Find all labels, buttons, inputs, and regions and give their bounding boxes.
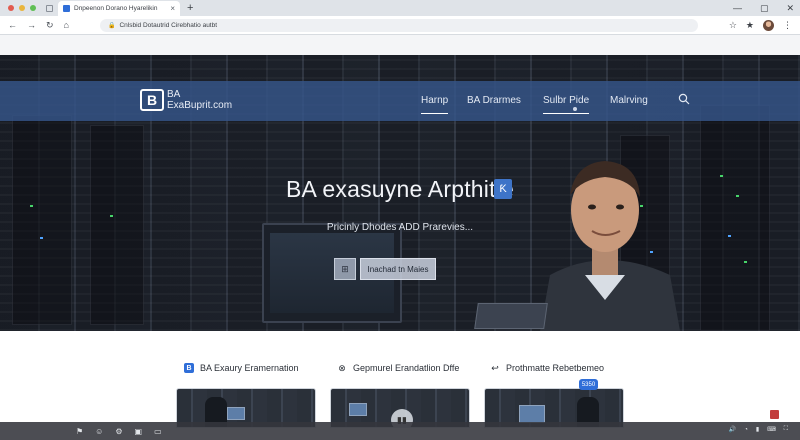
tab-close-icon[interactable]: × [170,4,175,13]
notification-icon[interactable] [770,410,779,419]
nav-link-domains[interactable]: BA Drarmes [467,95,521,106]
window-traffic-lights [8,5,36,11]
taskbar-apps: ⚑ ☺ ⚙ ▣ ▭ [76,427,162,436]
address-bar[interactable]: 🔒 Cnlsbid Dotautrid Cirebhatio autbt [100,19,698,32]
site-navbar: B BA ExaBuprit.com Harnp BA Drarmes Sulb… [0,81,800,121]
browser-toolbar: ← → ↻ ⌂ 🔒 Cnlsbid Dotautrid Cirebhatio a… [0,16,800,35]
feature-label: Gepmurel Erandatlion Dffe [353,363,460,373]
server-rack-image [12,115,72,325]
gear-circle-icon: ⊗ [338,362,346,373]
cta-button[interactable]: Inachad tn Maies [360,258,436,280]
restore-icon[interactable]: ▢ [760,1,769,15]
feature-label: Prothmatte Rebetbemeo [506,363,605,373]
tray-icon[interactable]: ▭ [154,427,162,436]
features-section: B BA Exaury Eramernation ⊗ Gepmurel Eran… [0,331,800,428]
brand-b-icon: B [184,363,194,373]
brand-logo[interactable]: B [140,89,164,111]
hero-section: B BA ExaBuprit.com Harnp BA Drarmes Sulb… [0,55,800,331]
server-led [30,205,33,207]
app-icon[interactable]: ▣ [135,427,143,436]
feature-label: BA Exaury Eramernation [200,363,299,373]
chat-icon[interactable]: ☺ [95,427,103,436]
url-text: Cnlsbid Dotautrid Cirebhatio autbt [119,22,218,29]
favicon-icon [63,5,70,12]
feature-item[interactable]: ↩ Prothmatte Rebetbemeo [490,362,605,374]
return-arrow-icon: ↩ [491,362,499,373]
os-taskbar: ⚑ ☺ ⚙ ▣ ▭ 🔊 ◔ ▮ ⌨ ⛶ [0,422,800,440]
minimize-window-icon[interactable] [19,5,25,11]
home-icon[interactable]: ⌂ [64,20,69,31]
server-led [110,215,113,217]
close-window-icon[interactable] [8,5,14,11]
maximize-window-icon[interactable] [30,5,36,11]
profile-avatar[interactable] [763,19,774,31]
hero-subtitle: Pricinly Dhodes ADD Prarevies... [326,222,474,233]
bookmarks-icon[interactable]: ★ [746,18,754,32]
back-arrow-icon[interactable]: ← [8,20,17,31]
settings-icon[interactable]: ⚙ [115,427,122,436]
lock-icon: 🔒 [108,23,116,29]
brand-line-2: ExaBuprit.com [167,100,233,111]
new-tab-button[interactable]: + [187,1,193,15]
nav-link-side[interactable]: Sulbr Pide [543,95,590,114]
active-indicator-dot [573,107,577,111]
server-led [40,237,43,239]
feature-item[interactable]: ⊗ Gepmurel Erandatlion Dffe [337,362,460,374]
window-controls: — ▢ ✕ [733,1,794,15]
fullscreen-icon[interactable]: ⛶ [784,426,788,433]
minimize-icon[interactable]: — [733,1,742,15]
cta-grid-icon[interactable]: ⊞ [334,258,356,280]
toolbar-right-icons: ☆ ★ ⋮ [729,18,792,32]
keyboard-icon[interactable]: ⌨ [767,426,776,433]
battery-icon[interactable]: ▮ [756,426,759,433]
reload-icon[interactable]: ↻ [46,20,54,31]
flag-icon[interactable]: ⚑ [76,427,83,436]
feature-item[interactable]: B BA Exaury Eramernation [184,363,299,373]
brand-name[interactable]: BA ExaBuprit.com [167,89,232,111]
tab-title: Dnpeenon Dorano Hyarelikin [74,5,158,12]
nav-link-home[interactable]: Harnp [421,95,449,114]
wifi-icon[interactable]: ◔ [744,427,748,433]
server-led [744,261,747,263]
hero-title: BA exasuyne Arpthitie [286,176,514,202]
browser-tab-active[interactable]: Dnpeenon Dorano Hyarelikin × [58,1,180,16]
browser-tab-bar: Dnpeenon Dorano Hyarelikin × + — ▢ ✕ [0,0,800,16]
card-count-badge: 5350 [579,379,598,390]
nav-link-marketing[interactable]: Malrving [610,95,648,106]
tab-overview-icon[interactable] [46,4,53,12]
volume-icon[interactable]: 🔊 [729,426,736,433]
search-icon[interactable] [678,93,690,105]
bookmark-star-icon[interactable]: ☆ [729,18,737,32]
navigation-buttons: ← → ↻ ⌂ [8,20,69,31]
system-tray: 🔊 ◔ ▮ ⌨ ⛶ [729,426,788,433]
menu-kebab-icon[interactable]: ⋮ [783,18,792,32]
close-icon[interactable]: ✕ [786,1,794,15]
title-badge-icon: Ƙ [494,179,512,199]
server-rack-image [700,105,770,331]
server-led [728,235,731,237]
laptop-image [474,303,548,329]
forward-arrow-icon[interactable]: → [27,20,36,31]
brand-line-1: BA [167,89,181,100]
